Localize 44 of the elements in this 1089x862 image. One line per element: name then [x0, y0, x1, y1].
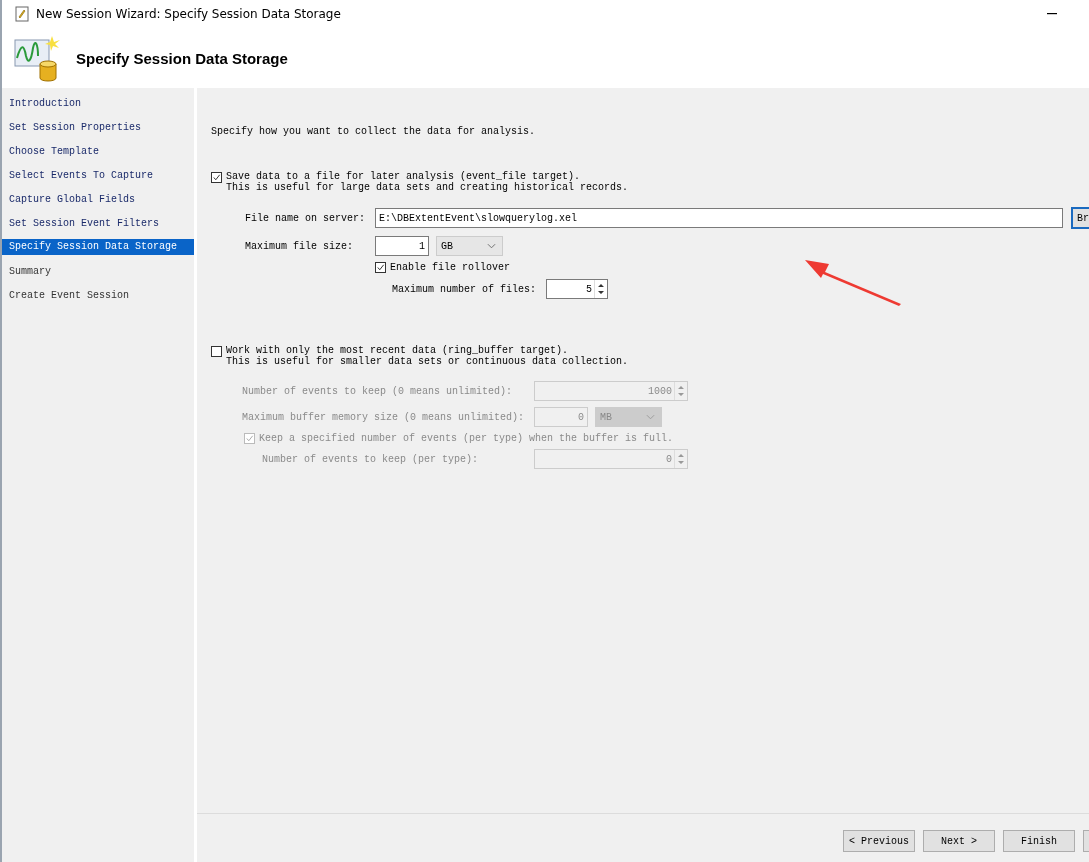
spinner-arrows-icon [677, 384, 685, 398]
wizard-step[interactable]: Choose Template [2, 143, 194, 167]
wizard-icon [14, 6, 30, 22]
wizard-step[interactable]: Specify Session Data Storage [2, 239, 194, 255]
chart-database-icon [14, 34, 62, 82]
wizard-step[interactable]: Introduction [2, 95, 194, 119]
spinner-arrows-icon [677, 452, 685, 466]
wizard-button[interactable]: < Previous [843, 830, 915, 852]
file-size-field[interactable]: 1 [375, 236, 429, 256]
field-label: Maximum number of files: [392, 283, 538, 295]
wizard-step[interactable]: Capture Global Fields [2, 191, 194, 215]
field-label: Number of events to keep (0 means unlimited): [242, 385, 514, 397]
field-label: File name on server: [245, 212, 367, 224]
wizard-step[interactable]: Set Session Properties [2, 119, 194, 143]
checkbox-label: Enable file rollover [390, 261, 511, 273]
checkbox[interactable] [211, 172, 222, 183]
minimize-icon[interactable] [1047, 13, 1057, 15]
wizard-step[interactable]: Select Events To Capture [2, 167, 194, 191]
option-label: Work with only the most recent data (ring_buffer target). [226, 345, 569, 356]
intro-text: Specify how you want to collect the data for analysis. [211, 126, 537, 139]
file-count-spinner[interactable]: 5 [546, 279, 608, 299]
chevron-down-icon [646, 414, 655, 420]
window-title: New Session Wizard: Specify Session Data Storage [36, 7, 341, 21]
checkbox[interactable] [244, 433, 255, 444]
option-description: This is useful for smaller data sets or continuous data collection. [226, 356, 629, 367]
field-label: Number of events to keep (per type): [262, 453, 480, 465]
unit-dropdown[interactable]: GB [436, 236, 503, 256]
chevron-down-icon [487, 243, 496, 249]
wizard-step[interactable]: Summary [2, 263, 194, 287]
checkbox-label: Keep a specified number of events (per type) when the buffer is full. [259, 432, 674, 444]
checkbox[interactable] [211, 346, 222, 357]
option-label: Save data to a file for later analysis (event_file target). [226, 171, 581, 182]
spinner-arrows-icon [597, 282, 605, 296]
checkbox[interactable] [375, 262, 386, 273]
wizard-step[interactable]: Create Event Session [2, 287, 194, 311]
page-heading: Specify Session Data Storage [76, 49, 288, 67]
file-name-field[interactable]: E:\DBExtentEvent\slowquerylog.xel [375, 208, 1063, 228]
field-label: Maximum file size: [245, 240, 355, 252]
browse-button[interactable]: Br [1071, 207, 1089, 229]
option-description: This is useful for large data sets and creating historical records. [226, 182, 629, 193]
wizard-button[interactable]: Finish [1003, 830, 1075, 852]
field-label: Maximum buffer memory size (0 means unlimited): [242, 411, 526, 423]
wizard-button[interactable]: Next > [923, 830, 995, 852]
wizard-step[interactable]: Set Session Event Filters [2, 215, 194, 239]
